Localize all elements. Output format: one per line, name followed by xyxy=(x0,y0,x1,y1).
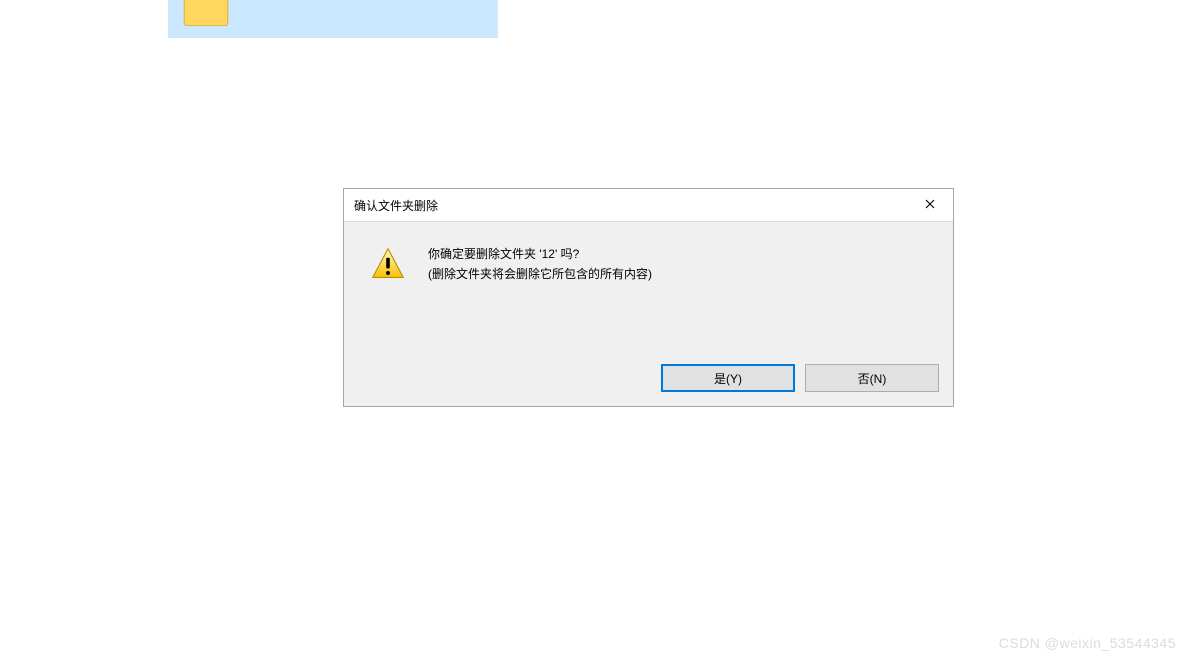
confirm-folder-delete-dialog: 确认文件夹删除 你确定要删除文件夹 '12' 吗? xyxy=(343,188,954,407)
no-button-label: 否(N) xyxy=(858,370,887,387)
dialog-titlebar[interactable]: 确认文件夹删除 xyxy=(344,189,953,222)
watermark: CSDN @weixin_53544345 xyxy=(999,635,1176,651)
close-button[interactable] xyxy=(907,189,953,221)
yes-button[interactable]: 是(Y) xyxy=(661,364,795,392)
dialog-message: 你确定要删除文件夹 '12' 吗? (删除文件夹将会删除它所包含的所有内容) xyxy=(428,244,652,284)
dialog-button-row: 是(Y) 否(N) xyxy=(344,364,953,406)
folder-icon xyxy=(180,0,232,32)
dialog-message-line2: (删除文件夹将会删除它所包含的所有内容) xyxy=(428,264,652,284)
close-icon xyxy=(925,198,935,212)
dialog-message-line1: 你确定要删除文件夹 '12' 吗? xyxy=(428,244,652,264)
dialog-body: 你确定要删除文件夹 '12' 吗? (删除文件夹将会删除它所包含的所有内容) xyxy=(344,222,953,364)
no-button[interactable]: 否(N) xyxy=(805,364,939,392)
dialog-title: 确认文件夹删除 xyxy=(344,197,907,214)
warning-icon xyxy=(370,246,406,282)
yes-button-label: 是(Y) xyxy=(714,370,742,387)
